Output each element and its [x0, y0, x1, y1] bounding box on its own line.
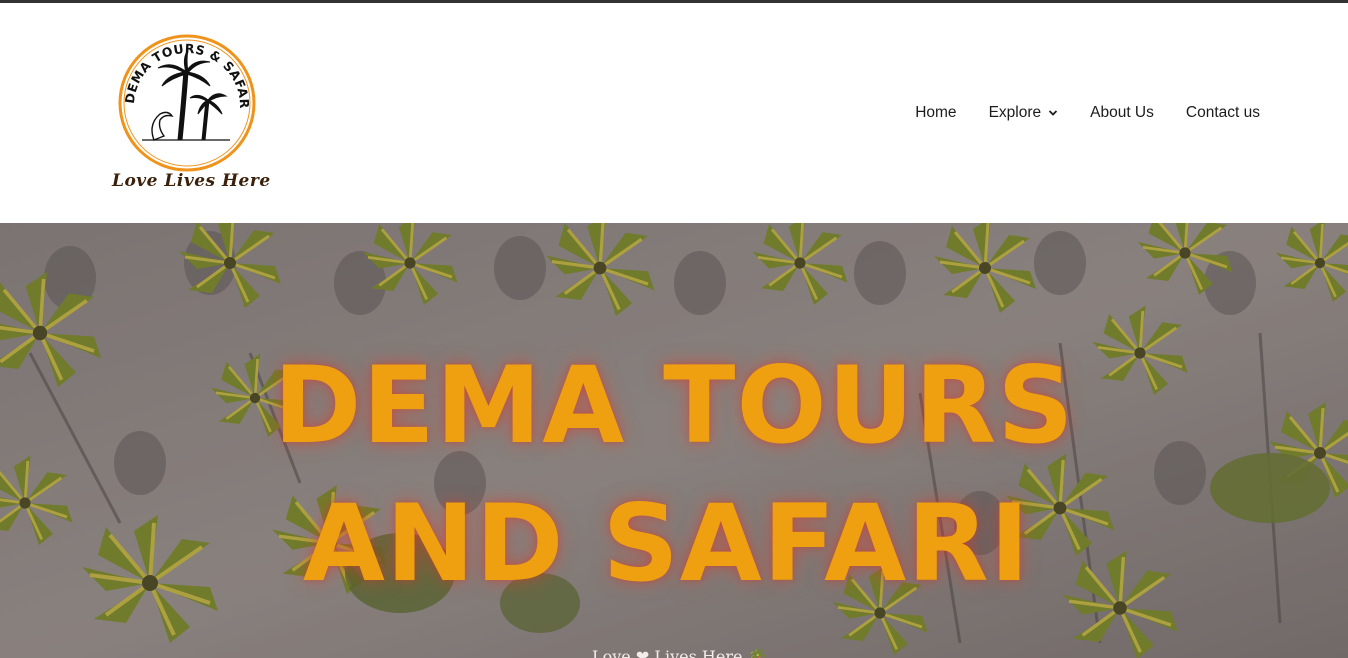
hero-banner: DEMA TOURS AND SAFARI Love ❤ Lives Here … [0, 223, 1348, 658]
nav-item-label: About Us [1090, 104, 1154, 121]
main-nav: Home Explore About Us Contact us [915, 103, 1260, 123]
nav-item-label: Explore [988, 104, 1042, 121]
nav-item-contact[interactable]: Contact us [1186, 104, 1260, 122]
hero-title-line2: AND SAFARI [302, 482, 1031, 605]
logo-emblem: DEMA TOURS & SAFARI [112, 28, 256, 172]
logo-tagline: Love Lives Here [112, 171, 271, 191]
nav-item-about[interactable]: About Us [1090, 104, 1154, 122]
hero-title-line1: DEMA TOURS [273, 344, 1075, 467]
site-header: DEMA TOURS & SAFARI Love Lives Here [0, 3, 1348, 223]
nav-item-label: Contact us [1185, 104, 1260, 121]
hero-title: DEMA TOURS AND SAFARI [0, 337, 1348, 613]
hero-subtitle: Love ❤ Lives Here 🌴 [592, 647, 768, 658]
nav-item-home[interactable]: Home [915, 104, 956, 122]
nav-item-label: Home [915, 104, 957, 121]
nav-item-explore[interactable]: Explore [989, 104, 1059, 122]
chevron-down-icon[interactable] [1048, 108, 1058, 118]
site-logo[interactable]: DEMA TOURS & SAFARI Love Lives Here [112, 28, 271, 200]
